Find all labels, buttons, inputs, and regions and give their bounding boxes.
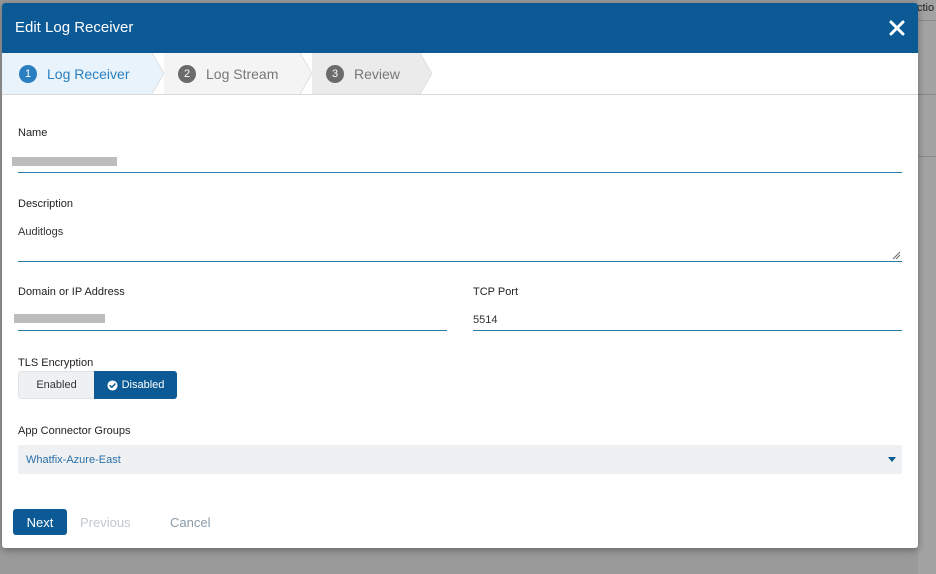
tls-enabled-option[interactable]: Enabled	[18, 371, 94, 399]
step-log-receiver[interactable]: 1 Log Receiver	[19, 53, 130, 94]
step-number: 3	[326, 64, 344, 83]
name-label: Name	[18, 127, 48, 139]
close-icon	[889, 20, 905, 36]
tls-disabled-label: Disabled	[121, 379, 165, 391]
background-divider	[918, 94, 936, 95]
description-textarea[interactable]: Auditlogs	[18, 226, 63, 238]
background-column	[918, 0, 936, 574]
wizard-steps: 1 Log Receiver 2 Log Stream 3 Review	[2, 53, 918, 95]
resize-handle-icon[interactable]	[892, 251, 901, 260]
tcp-port-field-underline	[473, 330, 902, 331]
domain-field-underline	[18, 330, 447, 331]
step-label: Log Receiver	[47, 65, 130, 82]
app-connector-groups-label: App Connector Groups	[18, 425, 131, 437]
select-value: Whatfix-Azure-East	[26, 454, 121, 466]
tls-label: TLS Encryption	[18, 357, 94, 369]
step-log-stream[interactable]: 2 Log Stream	[178, 53, 278, 94]
description-label: Description	[18, 198, 74, 210]
background-header-fragment: ctio	[917, 2, 935, 14]
step-review[interactable]: 3 Review	[326, 53, 400, 94]
tls-toggle: Enabled Disabled	[18, 371, 177, 399]
domain-label: Domain or IP Address	[18, 286, 125, 298]
description-field-underline	[18, 261, 902, 262]
step-number: 2	[178, 64, 196, 83]
app-connector-groups-select[interactable]: Whatfix-Azure-East	[18, 445, 902, 474]
step-label: Log Stream	[206, 65, 279, 82]
modal-title: Edit Log Receiver	[15, 19, 134, 36]
step-number: 1	[19, 64, 37, 83]
previous-button[interactable]: Previous	[80, 515, 131, 530]
next-button[interactable]: Next	[13, 509, 67, 535]
step-label: Review	[354, 65, 400, 82]
close-button[interactable]	[884, 15, 910, 41]
tcp-port-input[interactable]: 5514	[473, 314, 497, 326]
check-circle-icon	[107, 379, 118, 391]
tls-disabled-option[interactable]: Disabled	[94, 371, 177, 399]
background-divider	[918, 20, 936, 21]
domain-input-redacted[interactable]	[14, 314, 105, 323]
cancel-button[interactable]: Cancel	[170, 515, 210, 530]
caret-down-icon	[888, 457, 896, 462]
tcp-port-label: TCP Port	[473, 286, 519, 298]
modal-header: Edit Log Receiver	[2, 3, 918, 53]
name-input-redacted[interactable]	[12, 157, 117, 166]
edit-log-receiver-modal: Edit Log Receiver 1 Log Receiver 2 Log S…	[2, 3, 918, 548]
background-divider	[918, 156, 936, 157]
tls-enabled-label: Enabled	[36, 379, 77, 391]
name-field-underline	[18, 172, 902, 173]
